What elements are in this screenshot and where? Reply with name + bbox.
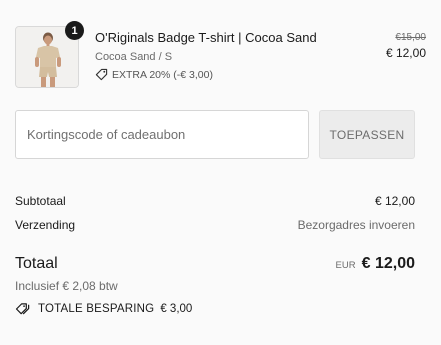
product-discount-label: EXTRA 20% (-€ 3,00): [112, 68, 213, 81]
cart-line-item: 1 O'Riginals Badge T-shirt | Cocoa Sand …: [15, 21, 426, 88]
original-price: €15,00: [395, 32, 426, 43]
total-row: Totaal EUR € 12,00: [15, 255, 415, 273]
apply-discount-button[interactable]: TOEPASSEN: [319, 110, 415, 159]
discounted-price: € 12,00: [385, 46, 426, 60]
subtotal-label: Subtotaal: [15, 194, 66, 208]
shipping-value: Bezorgadres invoeren: [297, 218, 415, 232]
tag-icon: [95, 68, 108, 81]
total-label: Totaal: [15, 255, 58, 272]
total-amount: EUR € 12,00: [336, 255, 415, 273]
product-prices: €15,00 € 12,00: [386, 32, 426, 60]
product-info: O'Riginals Badge T-shirt | Cocoa Sand Co…: [95, 30, 317, 81]
tags-icon: [15, 303, 30, 315]
total-savings: TOTALE BESPARING € 3,00: [15, 302, 192, 316]
product-thumbnail-wrap: 1: [15, 21, 84, 88]
quantity-badge: 1: [65, 21, 84, 40]
shipping-row: Verzending Bezorgadres invoeren: [15, 218, 415, 232]
savings-label: TOTALE BESPARING: [38, 303, 155, 315]
discount-code-input[interactable]: [15, 110, 309, 159]
savings-value: € 3,00: [160, 303, 193, 315]
product-title: O'Riginals Badge T-shirt | Cocoa Sand: [95, 30, 317, 45]
product-variant: Cocoa Sand / S: [95, 51, 173, 63]
subtotal-value: € 12,00: [374, 194, 415, 208]
currency-code: EUR: [335, 260, 356, 271]
tax-note: Inclusief € 2,08 btw: [15, 279, 118, 293]
shipping-label: Verzending: [15, 218, 76, 232]
product-discount: EXTRA 20% (-€ 3,00): [95, 68, 317, 81]
subtotal-row: Subtotaal € 12,00: [15, 194, 415, 208]
total-value: € 12,00: [361, 255, 415, 272]
discount-code-form: TOEPASSEN: [15, 110, 415, 159]
